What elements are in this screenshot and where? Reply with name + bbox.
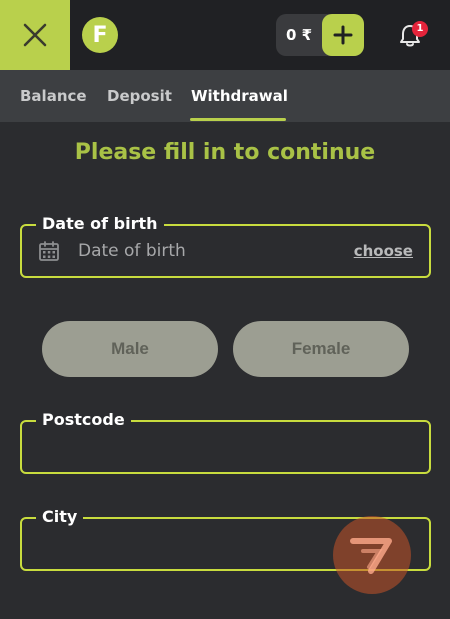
balance-widget[interactable]: 0 ₹: [276, 14, 364, 56]
close-button[interactable]: [0, 0, 70, 70]
gender-female-button[interactable]: Female: [233, 321, 409, 377]
form-heading: Please fill in to continue: [74, 140, 376, 165]
choose-date-link[interactable]: choose: [354, 242, 413, 260]
top-bar: F 0 ₹ 1: [0, 0, 450, 70]
watermark-logo: [333, 516, 411, 594]
notification-badge: 1: [412, 21, 428, 37]
plus-icon: [333, 25, 353, 45]
tab-bar: Balance Deposit Withdrawal: [0, 70, 450, 122]
postcode-input[interactable]: [22, 422, 429, 472]
date-of-birth-field[interactable]: Date of birth choose: [20, 212, 431, 278]
close-icon: [23, 23, 47, 47]
postcode-field[interactable]: Postcode: [20, 408, 431, 474]
balance-amount: 0 ₹: [286, 26, 313, 44]
tab-withdrawal[interactable]: Withdrawal: [191, 70, 288, 122]
active-tab-indicator: [190, 118, 286, 121]
tab-balance[interactable]: Balance: [20, 70, 87, 122]
seven-logo-icon: [350, 538, 392, 574]
tab-deposit[interactable]: Deposit: [107, 70, 172, 122]
brand-logo[interactable]: F: [82, 17, 118, 53]
gender-male-button[interactable]: Male: [42, 321, 218, 377]
add-funds-button[interactable]: [322, 14, 364, 56]
